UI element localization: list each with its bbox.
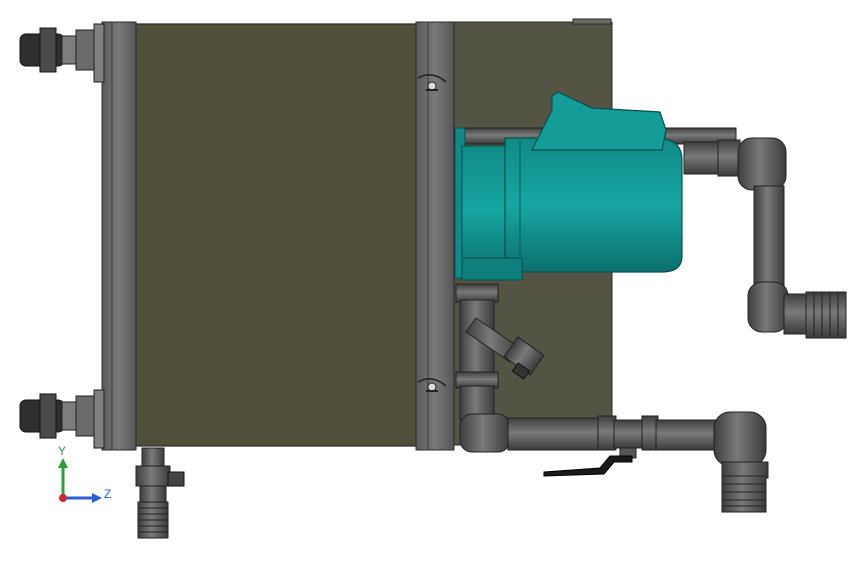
coordinate-triad: Y Z [58, 444, 111, 503]
x-axis-dot [59, 494, 67, 502]
left-frame-rail [101, 21, 137, 451]
cad-assembly-view: Y Z [19, 18, 847, 539]
discharge-fitting [683, 141, 721, 175]
ball-valve-body [613, 419, 645, 449]
outlet-thread-bottom [721, 475, 767, 513]
bottom-caster [19, 389, 105, 449]
elbow-lower-right-outlet [713, 411, 767, 467]
z-axis-arrow [92, 493, 102, 503]
ball-valve-handle [543, 455, 633, 477]
tank-body [133, 23, 441, 447]
lower-elbow-left [459, 413, 511, 453]
y-axis-arrow [58, 458, 68, 468]
top-lip [572, 18, 612, 25]
suction-pipe-lower [507, 417, 601, 451]
elbow-top-right [737, 137, 787, 191]
z-axis-label: Z [104, 487, 111, 501]
y-axis-label: Y [58, 444, 66, 458]
pump-outlet-coupling [455, 283, 499, 303]
vertical-pipe-right [753, 185, 785, 289]
elbow-lower-right [747, 281, 789, 333]
outlet-thread-right [805, 291, 847, 339]
drain-valve [135, 447, 185, 539]
top-caster [19, 23, 105, 83]
